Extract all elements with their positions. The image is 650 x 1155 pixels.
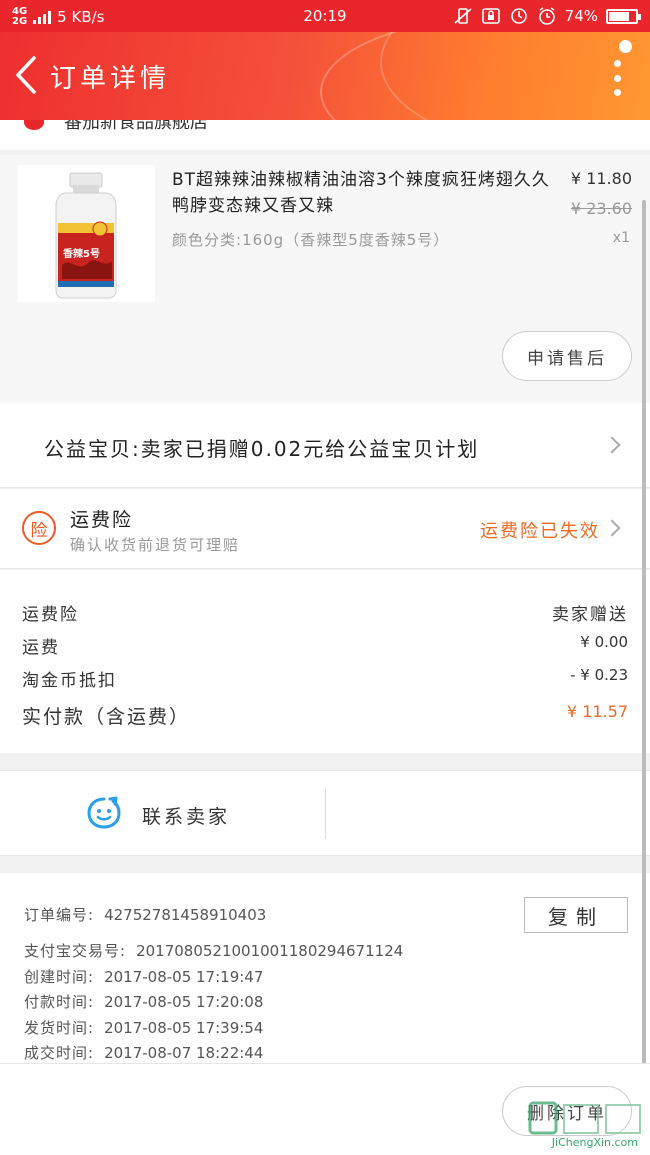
total-value: ¥ 11.57 — [566, 702, 628, 721]
chat-bubble-icon — [87, 796, 121, 829]
charity-text: 公益宝贝:卖家已捐赠0.02元给公益宝贝计划 — [44, 437, 480, 461]
summary-label: 淘金币抵扣 — [22, 671, 117, 691]
price-summary: 运费险 卖家赠送 运费 ¥ 0.00 淘金币抵扣 - ¥ 0.23 实付款（含运… — [0, 570, 650, 753]
order-info-row: 发货时间: 2017-08-05 17:39:54 — [24, 1017, 263, 1038]
summary-label: 运费险 — [22, 605, 79, 625]
notification-dot — [619, 40, 632, 53]
insurance-title: 运费险 — [70, 509, 134, 531]
summary-row: 运费险 卖家赠送 — [22, 600, 628, 630]
total-label: 实付款（含运费） — [22, 706, 191, 728]
order-info-row: 付款时间: 2017-08-05 17:20:08 — [24, 991, 263, 1012]
order-info-row: 创建时间: 2017-08-05 17:19:47 — [24, 966, 263, 987]
product-title[interactable]: BT超辣辣油辣椒精油油溶3个辣度疯狂烤翅久久鸭脖变态辣又香又辣 — [172, 167, 557, 219]
summary-total-row: 实付款（含运费） ¥ 11.57 — [22, 702, 628, 732]
apply-aftersale-button[interactable]: 申请售后 — [502, 331, 632, 381]
shop-row[interactable]: 番茄新食品旗舰店 — [0, 120, 650, 150]
back-button[interactable] — [8, 50, 48, 100]
order-info-label: 创建时间: — [24, 968, 95, 986]
battery-icon — [606, 8, 641, 24]
shop-name: 番茄新食品旗舰店 — [64, 120, 208, 133]
order-info-value: 2017-08-05 17:19:47 — [104, 968, 264, 986]
summary-row: 运费 ¥ 0.00 — [22, 633, 628, 663]
product-quantity: x1 — [612, 230, 630, 246]
summary-value: - ¥ 0.23 — [570, 666, 628, 684]
insurance-subtitle: 确认收货前退货可理赔 — [70, 536, 241, 554]
insurance-status: 运费险已失效 — [480, 521, 600, 542]
more-dot-icon — [613, 60, 621, 67]
summary-value: ¥ 0.00 — [580, 633, 628, 651]
watermark-logo: JiChengXin.com — [526, 1099, 646, 1151]
summary-value: 卖家赠送 — [552, 605, 628, 625]
order-info-value: 2017-08-05 17:20:08 — [104, 993, 264, 1011]
product-bottle-image — [55, 172, 117, 299]
scrollbar[interactable] — [642, 200, 646, 1065]
product-sku: 颜色分类:160g（香辣型5度香辣5号） — [172, 231, 450, 249]
watermark-text: JiChengXin.com — [551, 1136, 638, 1149]
summary-row: 淘金币抵扣 - ¥ 0.23 — [22, 666, 628, 696]
divider — [325, 789, 326, 839]
shop-icon — [24, 120, 44, 130]
rotation-lock-icon — [481, 8, 500, 24]
order-info-row: 订单编号: 42752781458910403 — [24, 904, 266, 925]
copy-button[interactable]: 复制 — [524, 897, 628, 933]
contact-bar: 联系卖家 — [0, 770, 650, 856]
alarm-icon — [538, 7, 555, 25]
vibrate-icon — [454, 8, 472, 24]
insurance-icon: 险 — [22, 511, 56, 545]
order-info: 复制 订单编号: 42752781458910403 支付宝交易号: 2017080… — [0, 873, 650, 1063]
charity-row[interactable]: 公益宝贝:卖家已捐赠0.02元给公益宝贝计划 — [0, 403, 650, 488]
product-item[interactable]: 香辣5号 BT超辣辣油辣椒精油油溶3个辣度疯狂烤翅久久鸭脖变态辣又香又辣 颜色分… — [0, 155, 650, 403]
bottle-label: 香辣5号 — [63, 249, 100, 260]
more-dot-icon — [613, 74, 621, 82]
header-decoration — [380, 32, 650, 120]
order-info-label: 付款时间: — [24, 993, 95, 1011]
contact-seller-button[interactable]: 联系卖家 — [0, 771, 325, 855]
more-dot-icon — [613, 89, 621, 96]
order-info-value: 2017-08-05 17:39:54 — [104, 1019, 264, 1037]
order-info-value: 2017-08-07 18:22:44 — [104, 1044, 264, 1062]
watermark-logo-icon — [528, 1101, 641, 1135]
order-info-label: 成交时间: — [24, 1044, 95, 1062]
chevron-right-icon — [603, 436, 621, 454]
order-info-value[interactable]: 2017080521001001180294671124 — [136, 942, 403, 960]
sync-icon — [510, 8, 527, 24]
status-bar: 4G 2G 5 KB/s 20:19 74% — [0, 0, 650, 32]
chevron-right-icon — [603, 519, 621, 537]
chevron-left-icon — [16, 56, 36, 94]
page-title: 订单详情 — [50, 64, 171, 94]
status-icons: 74% — [453, 6, 641, 26]
app-header: 订单详情 — [0, 32, 650, 120]
order-info-label: 订单编号: — [24, 906, 95, 924]
product-thumbnail[interactable]: 香辣5号 — [18, 165, 155, 302]
contact-seller-label: 联系卖家 — [142, 806, 231, 828]
order-info-label: 支付宝交易号: — [24, 942, 127, 960]
order-info-row: 支付宝交易号: 2017080521001001180294671124 — [24, 940, 403, 961]
order-info-label: 发货时间: — [24, 1019, 95, 1037]
shipping-insurance-row[interactable]: 险 运费险 确认收货前退货可理赔 运费险已失效 — [0, 489, 650, 569]
product-original-price: ¥ 23.60 — [570, 199, 632, 218]
summary-label: 运费 — [22, 638, 60, 658]
order-info-row: 成交时间: 2017-08-07 18:22:44 — [24, 1042, 263, 1063]
order-info-value[interactable]: 42752781458910403 — [104, 906, 266, 924]
battery-percent: 74% — [564, 7, 598, 25]
more-menu-button[interactable] — [612, 60, 622, 96]
product-price: ¥ 11.80 — [570, 169, 632, 188]
